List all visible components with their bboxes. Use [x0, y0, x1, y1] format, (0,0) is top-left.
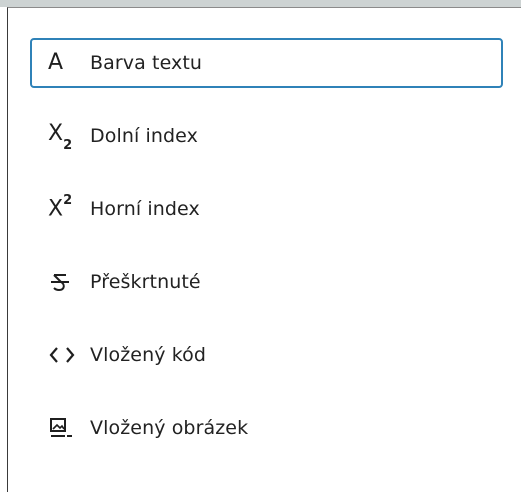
menu-item-inline-image[interactable]: Vložený obrázek [30, 403, 503, 453]
menu-item-inline-code[interactable]: Vložený kód [30, 330, 503, 380]
window-top-strip [0, 0, 521, 7]
strikethrough-icon [48, 270, 90, 294]
menu-item-label: Přeškrtnuté [90, 271, 201, 293]
menu-item-superscript[interactable]: X2 Horní index [30, 184, 503, 234]
format-menu-list: A Barva textu X2 Dolní index X2 Horní in… [30, 38, 503, 476]
inline-image-icon [48, 416, 90, 440]
menu-item-label: Horní index [90, 198, 200, 220]
menu-item-label: Barva textu [90, 52, 203, 74]
menu-item-label: Vložený obrázek [90, 417, 249, 439]
format-menu-panel: A Barva textu X2 Dolní index X2 Horní in… [7, 7, 521, 492]
superscript-icon: X2 [48, 193, 73, 222]
menu-item-label: Vložený kód [90, 344, 206, 366]
menu-item-strikethrough[interactable]: Přeškrtnuté [30, 257, 503, 307]
menu-item-text-color[interactable]: A Barva textu [30, 38, 503, 88]
subscript-icon: X2 [48, 121, 73, 153]
menu-item-subscript[interactable]: X2 Dolní index [30, 111, 503, 161]
inline-code-icon [48, 344, 90, 366]
text-color-icon: A [48, 50, 64, 75]
menu-item-label: Dolní index [90, 125, 198, 147]
